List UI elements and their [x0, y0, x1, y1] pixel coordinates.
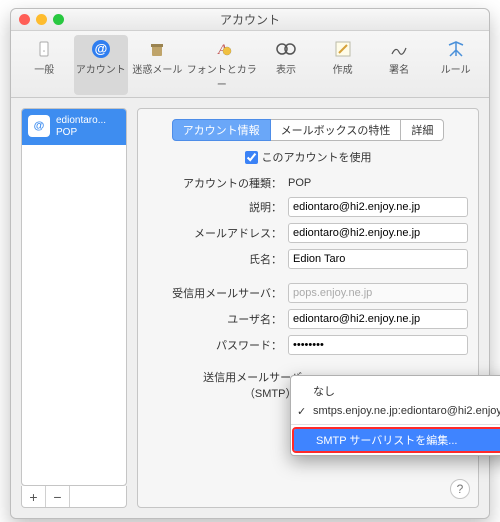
junk-icon: [130, 37, 185, 61]
add-account-button[interactable]: +: [22, 486, 46, 507]
preferences-window: アカウント 一般 @ アカウント 迷惑メール A フォントとカラー 表示 作成: [10, 8, 490, 519]
enable-account-row: このアカウントを使用: [148, 149, 468, 165]
toolbar-label: ルール: [428, 61, 483, 76]
smtp-menu-none[interactable]: なし: [291, 380, 500, 402]
desc-input[interactable]: [288, 197, 468, 217]
enable-account-checkbox[interactable]: [245, 151, 258, 164]
name-label: 氏名：: [148, 251, 288, 267]
toolbar-label: 表示: [259, 61, 314, 76]
help-button[interactable]: ?: [450, 479, 470, 499]
at-icon: @: [74, 37, 129, 61]
incoming-label: 受信用メールサーバ：: [148, 285, 288, 301]
smtp-menu-edit[interactable]: SMTP サーバリストを編集...: [294, 429, 500, 451]
tab-details[interactable]: 詳細: [401, 119, 444, 141]
toolbar-compose[interactable]: 作成: [315, 35, 370, 95]
account-detail-panel: アカウント情報 メールボックスの特性 詳細 このアカウントを使用 アカウントの種…: [137, 108, 479, 508]
compose-icon: [315, 37, 370, 61]
email-input[interactable]: [288, 223, 468, 243]
smtp-label: 送信用メールサーバ（SMTP）：: [148, 369, 308, 401]
toolbar-label: アカウント: [74, 61, 129, 76]
check-icon: ✓: [297, 405, 306, 418]
user-label: ユーザ名：: [148, 311, 288, 327]
toolbar-general[interactable]: 一般: [17, 35, 72, 95]
remove-account-button[interactable]: −: [46, 486, 70, 507]
rules-icon: [428, 37, 483, 61]
add-remove-bar: + −: [21, 486, 127, 508]
at-icon: @: [28, 115, 50, 137]
account-sidebar: @ ediontaro... POP + −: [21, 108, 127, 508]
toolbar-rules[interactable]: ルール: [428, 35, 483, 95]
type-value: POP: [288, 177, 468, 189]
account-item[interactable]: @ ediontaro... POP: [22, 109, 126, 145]
fonts-icon: A: [187, 37, 257, 61]
pass-label: パスワード：: [148, 337, 288, 353]
toolbar-view[interactable]: 表示: [259, 35, 314, 95]
smtp-menu-current[interactable]: ✓ smtps.enjoy.ne.jp:ediontaro@hi2.enjoy.…: [291, 402, 500, 420]
incoming-input: [288, 283, 468, 303]
general-icon: [17, 37, 72, 61]
account-text: ediontaro... POP: [56, 115, 106, 139]
type-label: アカウントの種類：: [148, 175, 288, 191]
name-input[interactable]: [288, 249, 468, 269]
account-type: POP: [56, 127, 106, 139]
view-icon: [259, 37, 314, 61]
toolbar-accounts[interactable]: @ アカウント: [74, 35, 129, 95]
toolbar-label: 迷惑メール: [130, 61, 185, 76]
smtp-menu-current-label: smtps.enjoy.ne.jp:ediontaro@hi2.enjoy.ne…: [313, 405, 500, 417]
window-title: アカウント: [11, 11, 489, 28]
email-label: メールアドレス：: [148, 225, 288, 241]
toolbar-label: 署名: [372, 61, 427, 76]
smtp-server-menu: なし ✓ smtps.enjoy.ne.jp:ediontaro@hi2.enj…: [290, 375, 500, 456]
toolbar-label: 一般: [17, 61, 72, 76]
tab-account-info[interactable]: アカウント情報: [172, 119, 271, 141]
enable-account-label: このアカウントを使用: [262, 149, 372, 165]
menu-separator: [291, 424, 500, 425]
pref-toolbar: 一般 @ アカウント 迷惑メール A フォントとカラー 表示 作成 署名 ルール: [11, 31, 489, 98]
toolbar-label: フォントとカラー: [187, 61, 257, 91]
desc-label: 説明：: [148, 199, 288, 215]
account-name: ediontaro...: [56, 115, 106, 127]
account-list[interactable]: @ ediontaro... POP: [21, 108, 127, 486]
svg-text:@: @: [94, 41, 107, 56]
signature-icon: [372, 37, 427, 61]
toolbar-label: 作成: [315, 61, 370, 76]
toolbar-signature[interactable]: 署名: [372, 35, 427, 95]
tab-mailbox[interactable]: メールボックスの特性: [271, 119, 402, 141]
toolbar-fonts[interactable]: A フォントとカラー: [187, 35, 257, 95]
titlebar: アカウント: [11, 9, 489, 31]
detail-tabs: アカウント情報 メールボックスの特性 詳細: [148, 119, 468, 141]
pass-input[interactable]: [288, 335, 468, 355]
toolbar-junk[interactable]: 迷惑メール: [130, 35, 185, 95]
user-input[interactable]: [288, 309, 468, 329]
content-area: @ ediontaro... POP + − アカウント情報 メールボックスの特…: [11, 98, 489, 518]
